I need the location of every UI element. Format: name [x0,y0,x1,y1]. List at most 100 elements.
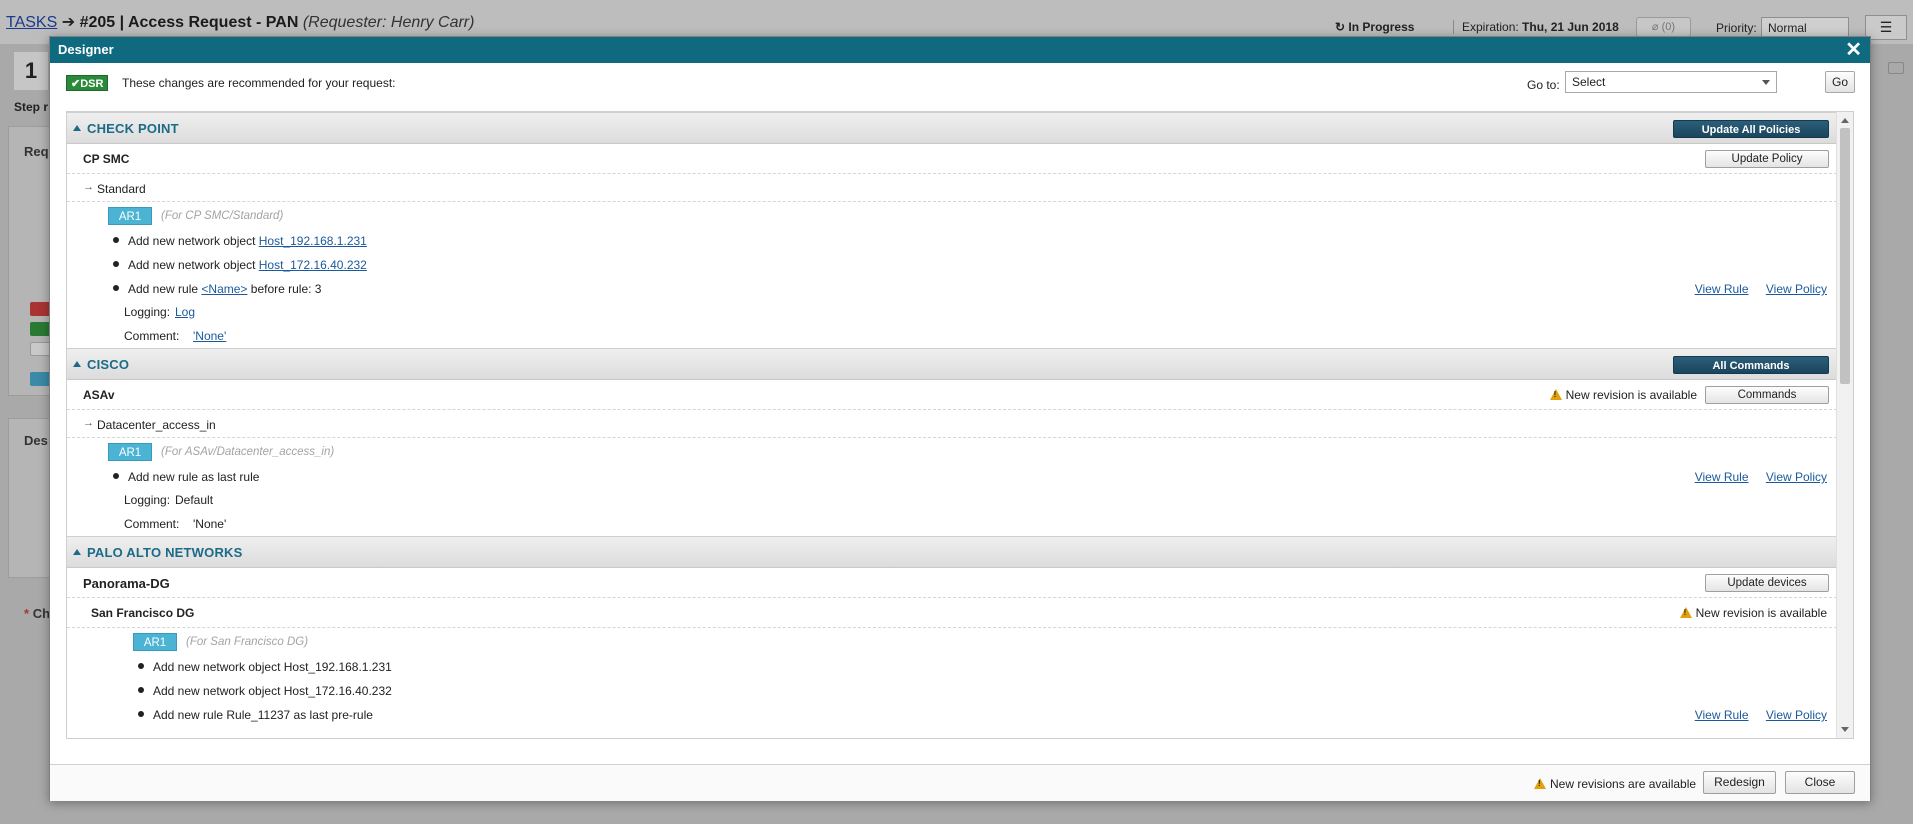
commands-button[interactable]: Commands [1705,386,1829,404]
access-request-block: AR1 (For CP SMC/Standard) Add new networ… [67,202,1837,348]
vendor-name: PALO ALTO NETWORKS [87,545,243,560]
collapse-triangle-icon[interactable] [73,361,81,367]
logging-label: Logging: [124,305,171,319]
dialog-title: Designer [58,42,114,57]
tasks-link[interactable]: TASKS [6,14,57,31]
goto-select[interactable]: Select [1565,71,1777,93]
change-text-suffix: before rule: 3 [250,282,322,296]
scrollbar-thumb[interactable] [1840,128,1850,384]
view-policy-link[interactable]: View Policy [1766,470,1827,484]
access-request-block: AR1 (For ASAv/Datacenter_access_in) Add … [67,438,1837,536]
status-indicator: ↻ In Progress [1335,20,1414,34]
arrow-right-icon: → [83,181,94,193]
network-object-link[interactable]: Host_192.168.1.231 [259,234,367,248]
expiration-value: Thu, 21 Jun 2018 [1522,20,1619,34]
view-links: View Rule View Policy [1681,282,1827,296]
go-button[interactable]: Go [1825,71,1855,93]
ar-change-line: Add new rule <Name> before rule: 3 View … [67,276,1837,300]
scroll-down-arrow-icon[interactable] [1841,727,1849,732]
expiration-label: Expiration: [1462,20,1519,34]
dsr-badge: ✔DSR [66,75,109,91]
attachments-count: (0) [1661,21,1676,33]
change-text: Add new network object [128,258,256,272]
bullet [113,473,119,479]
update-policy-button[interactable]: Update Policy [1705,150,1829,168]
revision-note-text: New revision is available [1695,606,1827,620]
device-row-cp-smc: CP SMC Update Policy [67,144,1837,174]
comment-link[interactable]: 'None' [193,329,226,343]
view-rule-link[interactable]: View Rule [1695,282,1749,296]
bullet [113,237,119,243]
vertical-scrollbar[interactable] [1836,112,1853,738]
comment-icon[interactable] [1888,62,1904,74]
comment-value: 'None' [193,517,227,531]
update-devices-button[interactable]: Update devices [1705,574,1829,592]
view-policy-link[interactable]: View Policy [1766,708,1827,722]
device-name: CP SMC [83,152,130,166]
network-object-link[interactable]: Host_172.16.40.232 [259,258,367,272]
ar-change-line: Add new rule as last rule View Rule View… [67,464,1837,488]
change-text: Add new network object Host_172.16.40.23… [153,684,392,698]
logging-value: Default [175,493,214,507]
view-policy-link[interactable]: View Policy [1766,282,1827,296]
task-title: #205 | Access Request - PAN [79,14,299,31]
attachments-button[interactable]: ⌀ (0) [1636,17,1691,37]
vendor-header-paloalto[interactable]: PALO ALTO NETWORKS [67,536,1837,568]
designer-content: CHECK POINT Update All Policies CP SMC U… [67,112,1837,726]
ar-comment: Comment: 'None' [67,512,1837,536]
change-text: Add new network object [128,234,256,248]
expiration: Expiration: Thu, 21 Jun 2018 [1453,20,1619,34]
section-heading-2: Des [24,433,48,448]
scroll-up-arrow-icon[interactable] [1841,118,1849,123]
rule-name-link[interactable]: <Name> [201,282,247,296]
ar-change-line: Add new network object Host_172.16.40.23… [67,252,1837,276]
update-all-policies-button[interactable]: Update All Policies [1673,120,1829,138]
view-rule-link[interactable]: View Rule [1695,708,1749,722]
ar-change-line: Add new network object Host_192.168.1.23… [67,654,1837,678]
ar-logging: Logging: Default [67,488,1837,512]
all-commands-button[interactable]: All Commands [1673,356,1829,374]
logging-link[interactable]: Log [175,305,195,319]
close-button[interactable]: Close [1785,771,1855,794]
bullet [138,663,144,669]
ar-comment: Comment: 'None' [67,324,1837,348]
access-request-block: AR1 (For San Francisco DG) Add new netwo… [67,628,1837,726]
vendor-header-checkpoint[interactable]: CHECK POINT Update All Policies [67,112,1837,144]
required-star: * [24,606,30,621]
view-rule-link[interactable]: View Rule [1695,470,1749,484]
device-name: Panorama-DG [83,576,170,591]
device-row-asav: ASAv New revision is available Commands [67,380,1837,410]
section-heading: Req [24,144,49,159]
collapse-triangle-icon[interactable] [73,549,81,555]
arrow-right-icon: → [83,417,94,429]
collapse-triangle-icon[interactable] [73,125,81,131]
close-icon[interactable]: ✕ [1845,39,1862,61]
warning-icon [1549,389,1562,400]
dialog-toolbar: ✔DSR These changes are recommended for y… [50,63,1870,103]
change-text: Add new network object Host_192.168.1.23… [153,660,392,674]
vendor-header-cisco[interactable]: CISCO All Commands [67,348,1837,380]
revision-note-text: New revision is available [1565,388,1697,402]
change-text: Add new rule [128,282,199,296]
policy-row-datacenter: → Datacenter_access_in [67,410,1837,438]
chevron-down-icon [1762,80,1770,85]
recommendation-text: These changes are recommended for your r… [122,76,396,90]
redesign-button[interactable]: Redesign [1703,771,1776,794]
goto-label: Go to: [1527,78,1560,92]
menu-button[interactable]: ☰ [1865,15,1907,40]
change-text: Add new rule as last rule [128,470,260,484]
section-heading-3-text: Ch [32,606,51,621]
dialog-title-bar: Designer ✕ [50,37,1870,63]
vendor-name: CISCO [87,357,130,372]
device-group-row: San Francisco DG New revision is availab… [67,598,1837,628]
change-text: Add new rule Rule_11237 as last pre-rule [153,708,373,722]
ar-change-line: Add new rule Rule_11237 as last pre-rule… [67,702,1837,726]
hamburger-icon: ☰ [1879,19,1893,35]
ar-target: (For ASAv/Datacenter_access_in) [161,446,335,458]
ar-header: AR1 (For ASAv/Datacenter_access_in) [67,438,1837,464]
ar-target: (For San Francisco DG) [186,636,309,648]
comment-label: Comment: [124,517,180,531]
designer-scroll-area[interactable]: CHECK POINT Update All Policies CP SMC U… [66,111,1854,739]
ar-header: AR1 (For CP SMC/Standard) [67,202,1837,228]
comment-label: Comment: [124,329,180,343]
